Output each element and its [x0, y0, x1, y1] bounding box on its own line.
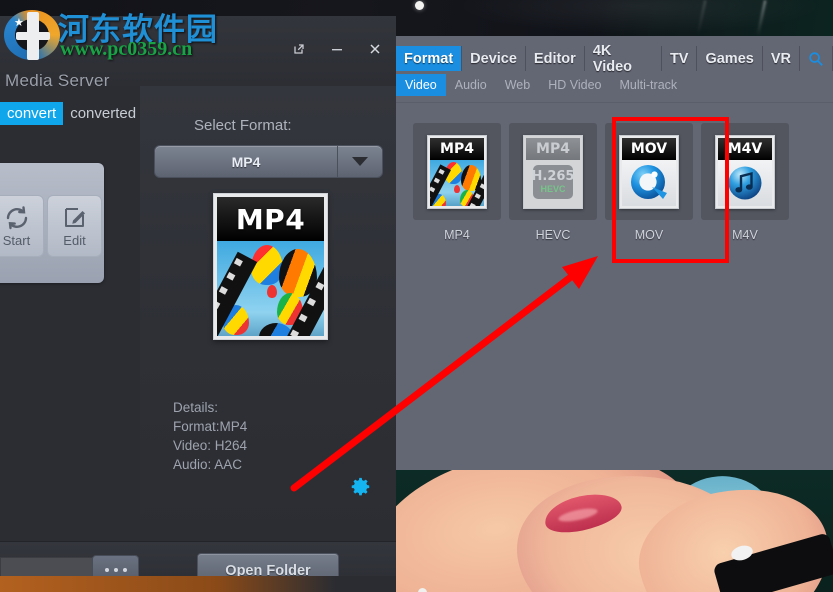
format-item-label: MP4	[444, 228, 470, 242]
tab-4k-video[interactable]: 4K Video	[585, 43, 662, 75]
tab-converted[interactable]: converted	[63, 102, 143, 125]
select-format-label: Select Format:	[194, 117, 292, 134]
preview-badge-text: MP4	[235, 202, 306, 236]
minimize-icon[interactable]	[322, 37, 352, 61]
format-preview-thumbnail: MP4	[213, 193, 328, 340]
tab-convert[interactable]: convert	[0, 102, 64, 125]
preview-artwork	[217, 241, 324, 336]
details-block: Details: Format:MP4 Video: H264 Audio: A…	[173, 398, 247, 474]
subtab-audio[interactable]: Audio	[446, 74, 496, 96]
wallpaper-light-dot	[415, 1, 424, 10]
details-audio: Audio: AAC	[173, 457, 243, 472]
format-grid: MP4 MP4 MP4 H.265 HEVC HEVC MOV MOV M4V …	[396, 102, 833, 470]
tab-vr[interactable]: VR	[763, 46, 800, 71]
tab-format[interactable]: Format	[396, 46, 463, 71]
gear-icon[interactable]	[350, 477, 371, 503]
itunes-file-icon: M4V	[715, 134, 775, 209]
edit-button[interactable]: Edit	[47, 195, 102, 257]
format-item-label: M4V	[732, 228, 758, 242]
wallpaper-streak	[696, 0, 707, 36]
chevron-down-icon[interactable]	[337, 146, 382, 177]
subtab-web[interactable]: Web	[496, 74, 539, 96]
start-button[interactable]: Start	[0, 195, 44, 257]
quicktime-logo	[631, 165, 667, 200]
details-heading: Details:	[173, 400, 219, 415]
details-video: Video: H264	[173, 438, 248, 453]
window-bottom-edge	[0, 576, 396, 592]
left-rail: convert converted Start Edit	[0, 86, 141, 541]
format-item-mov[interactable]: MOV MOV	[601, 118, 697, 248]
tab-editor[interactable]: Editor	[526, 46, 585, 71]
mp4-badge-text: MP4	[440, 140, 474, 157]
desktop-wallpaper-illustration	[396, 470, 833, 592]
format-item-mp4[interactable]: MP4 MP4	[409, 118, 505, 248]
wallpaper-streak	[756, 0, 767, 36]
format-item-label: HEVC	[535, 228, 571, 242]
hevc-sub-label: HEVC	[540, 184, 566, 194]
hevc-codec-text: H.265	[531, 169, 575, 184]
screen: Media Server convert converted Start Edi…	[0, 0, 833, 592]
format-item-label: MOV	[634, 228, 664, 242]
watermark-url: www.pc0359.cn	[60, 38, 193, 60]
window-controls	[284, 37, 390, 61]
browser-main-tabs: Format Device Editor 4K Video TV Games V…	[396, 43, 833, 75]
convert-tabs: convert converted	[0, 102, 143, 125]
tab-device[interactable]: Device	[462, 46, 526, 71]
close-icon[interactable]	[360, 37, 390, 61]
format-item-hevc[interactable]: MP4 H.265 HEVC HEVC	[505, 118, 601, 248]
subtab-multi-track[interactable]: Multi-track	[611, 74, 687, 96]
hevc-badge-text: MP4	[536, 140, 570, 157]
start-label: Start	[2, 232, 31, 248]
mov-badge-text: MOV	[630, 140, 668, 157]
edit-label: Edit	[63, 232, 86, 248]
subtab-video[interactable]: Video	[396, 74, 446, 96]
media-server-window: Media Server convert converted Start Edi…	[0, 16, 396, 592]
restore-icon[interactable]	[284, 37, 314, 61]
action-card: Start Edit	[0, 163, 104, 283]
format-item-m4v[interactable]: M4V M4V	[697, 118, 793, 248]
mp4-file-icon: MP4	[427, 134, 487, 209]
tab-tv[interactable]: TV	[662, 46, 698, 71]
details-format: Format:MP4	[173, 419, 248, 434]
format-pane: Select Format: MP4 MP4 Details: Format:M…	[140, 86, 396, 541]
format-browser-panel: Format Device Editor 4K Video TV Games V…	[396, 36, 833, 470]
m4v-badge-text: M4V	[727, 140, 763, 157]
format-select-value: MP4	[231, 153, 261, 170]
hevc-file-icon: MP4 H.265 HEVC	[523, 134, 583, 209]
itunes-logo	[728, 166, 762, 200]
subtab-hd-video[interactable]: HD Video	[539, 74, 610, 96]
browser-sub-tabs: Video Audio Web HD Video Multi-track	[396, 74, 833, 96]
quicktime-file-icon: MOV	[619, 134, 679, 209]
tab-games[interactable]: Games	[697, 46, 763, 71]
search-icon[interactable]	[800, 46, 833, 71]
format-select[interactable]: MP4	[154, 145, 383, 178]
